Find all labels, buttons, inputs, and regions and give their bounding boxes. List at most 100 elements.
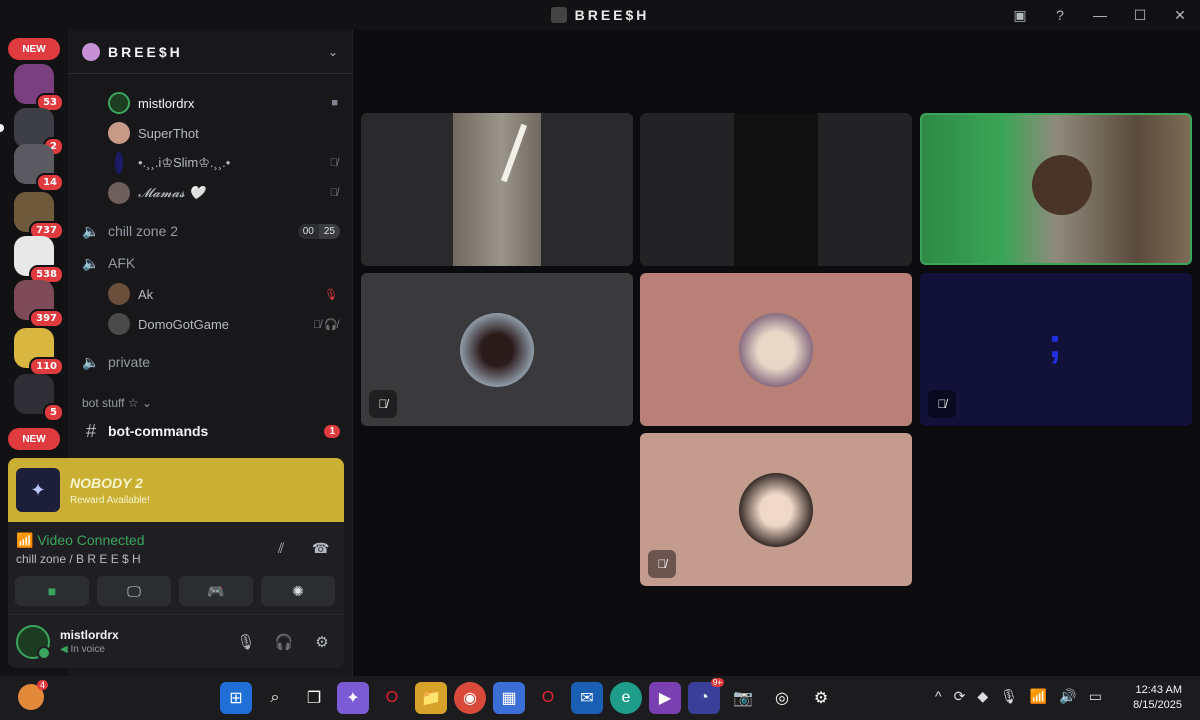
window-title-text: BREE$H	[574, 7, 650, 23]
camera-icon: ■	[331, 97, 338, 109]
voice-channel-private[interactable]: 🔈 private	[82, 349, 340, 375]
user-name[interactable]: mistlordrx	[60, 628, 222, 642]
server-6[interactable]: 397	[14, 280, 64, 328]
new-pill-bottom[interactable]: NEW	[8, 428, 60, 450]
signal-icon: 📶	[16, 532, 34, 548]
noise-suppression-icon[interactable]: ⫽	[278, 540, 284, 557]
avatar-tile[interactable]: ; 🎙̸	[920, 273, 1192, 426]
settings-gear-icon[interactable]: ⚙	[805, 682, 837, 714]
screen-share-button[interactable]: 🖵	[97, 576, 171, 606]
mic-off-icon: 🎙̸	[369, 390, 397, 418]
outlook-icon[interactable]: ✉	[571, 682, 603, 714]
volume-icon[interactable]: 🔊	[1059, 688, 1076, 705]
server-2[interactable]: 2	[0, 108, 64, 156]
avatar[interactable]	[16, 624, 51, 660]
avatar-tile[interactable]	[640, 273, 912, 426]
close-icon[interactable]: ✕	[1160, 7, 1200, 24]
gear-icon[interactable]: ⚙	[308, 633, 336, 651]
chrome-icon[interactable]: ◉	[454, 682, 486, 714]
dropbox-icon[interactable]: ◆	[977, 688, 988, 705]
opera-gx-icon[interactable]: O	[532, 682, 564, 714]
discord-icon[interactable]: ◔ 9+	[688, 678, 724, 714]
voice-user[interactable]: mistlordrx ■	[108, 90, 338, 116]
help-icon[interactable]: ?	[1040, 7, 1080, 23]
avatar	[108, 283, 130, 305]
mic-tray-icon[interactable]: 🎙	[1000, 688, 1018, 705]
new-pill-top[interactable]: NEW	[8, 38, 60, 60]
wifi-icon[interactable]: 📶	[1030, 688, 1047, 705]
reward-title: NOBODY 2	[70, 474, 143, 491]
avatar-tile[interactable]: 🎙̸	[640, 433, 912, 586]
voice-location[interactable]: chill zone / B R E E $ H	[16, 552, 141, 566]
avatar	[460, 313, 534, 387]
voice-user[interactable]: DomoGotGame 🎙̸ 🎧̸	[108, 311, 338, 337]
video-stage: 🎙̸ ; 🎙̸ 🎙̸	[353, 30, 1200, 676]
voice-user-name: •.¸¸.i♔Slim♔.¸¸.•	[138, 155, 231, 170]
unread-badge: 1	[324, 424, 340, 438]
server-5[interactable]: 538	[14, 236, 64, 284]
server-4[interactable]: 737	[14, 192, 64, 240]
guild-header[interactable]: BREE$H ⌄	[68, 30, 352, 74]
search-icon[interactable]: ⌕	[259, 682, 291, 714]
server-3[interactable]: 14	[14, 144, 64, 192]
edge-icon[interactable]: e	[610, 682, 642, 714]
camera-button[interactable]: ■	[15, 576, 89, 606]
chevron-down-icon[interactable]: ⌄	[328, 45, 338, 59]
server-7[interactable]: 110	[14, 328, 64, 376]
weather-icon[interactable]: 4	[18, 680, 48, 710]
task-view-icon[interactable]: ❐	[298, 682, 330, 714]
user-status: ◀ In voice	[60, 644, 222, 655]
text-channel-bot-commands[interactable]: # bot-commands 1	[82, 418, 340, 444]
store-icon[interactable]: ▦	[493, 682, 525, 714]
clipchamp-icon[interactable]: ▶	[649, 682, 681, 714]
video-tile-speaking[interactable]	[920, 113, 1192, 265]
file-explorer-icon[interactable]: 📁	[415, 682, 447, 714]
voice-user[interactable]: 𝓜𝓪𝓶𝓪𝓼 🤍 🎙̸	[108, 180, 338, 206]
activity-button[interactable]: 🎮	[179, 576, 253, 606]
orb-icon: ✦	[16, 468, 60, 512]
voice-channel-chill-zone-2[interactable]: 🔈 chill zone 2 00 25	[82, 218, 340, 244]
camera-icon[interactable]: 📷	[727, 682, 759, 714]
soundboard-button[interactable]: ✺	[261, 576, 335, 606]
obs-icon[interactable]: ◎	[766, 682, 798, 714]
inbox-icon[interactable]: ▣	[1000, 7, 1040, 24]
system-tray: ^ ⟳ ◆ 🎙 📶 🔊 ▭	[935, 688, 1102, 705]
reward-banner[interactable]: ✦ NOBODY 2 Reward Available!	[8, 458, 344, 522]
headphones-icon[interactable]: 🎧	[270, 633, 298, 651]
voice-panel: 📶 Video Connected chill zone / B R E E $…	[8, 522, 344, 668]
voice-user[interactable]: SuperThot	[108, 120, 338, 146]
server-1[interactable]: 53	[14, 64, 64, 112]
category-bot-stuff[interactable]: bot stuff ☆ ⌄	[82, 396, 152, 410]
opera-icon[interactable]: O	[376, 682, 408, 714]
chevron-up-icon[interactable]: ^	[935, 688, 942, 705]
mic-off-icon: 🎙̸	[928, 390, 956, 418]
video-feed	[453, 113, 541, 266]
title-bar: BREE$H ▣ ? — ☐ ✕	[0, 0, 1200, 30]
mic-off-icon: 🎙̸	[648, 550, 676, 578]
server-8[interactable]: 5	[14, 374, 64, 422]
avatar-tile[interactable]: 🎙̸	[361, 273, 633, 426]
clock[interactable]: 12:43 AM 8/15/2025	[1133, 683, 1182, 713]
server-3-badge: 14	[36, 173, 64, 192]
voice-user[interactable]: Ak 🎙	[108, 281, 338, 307]
user-limit: 25	[318, 223, 340, 239]
copilot-icon[interactable]: ✦	[337, 682, 369, 714]
start-icon[interactable]: ⊞	[220, 682, 252, 714]
avatar	[739, 313, 813, 387]
video-tile[interactable]	[640, 113, 912, 266]
battery-icon[interactable]: ▭	[1089, 688, 1102, 705]
speaker-icon: 🔈	[82, 254, 100, 271]
maximize-icon[interactable]: ☐	[1120, 7, 1160, 24]
voice-user-name: DomoGotGame	[138, 316, 230, 332]
avatar	[108, 313, 130, 335]
mic-icon[interactable]: 🎙	[232, 633, 260, 651]
disconnect-icon[interactable]: ☎	[312, 540, 329, 557]
sync-icon[interactable]: ⟳	[954, 688, 966, 705]
voice-channel-afk[interactable]: 🔈 AFK	[82, 250, 340, 276]
in-voice-icon: ◀	[60, 644, 68, 655]
user-count: 00	[297, 223, 319, 239]
video-tile[interactable]	[361, 113, 633, 266]
minimize-icon[interactable]: —	[1080, 7, 1120, 23]
channel-name: chill zone 2	[108, 223, 179, 239]
voice-user[interactable]: •.¸¸.i♔Slim♔.¸¸.• 🎙̸	[108, 150, 338, 176]
